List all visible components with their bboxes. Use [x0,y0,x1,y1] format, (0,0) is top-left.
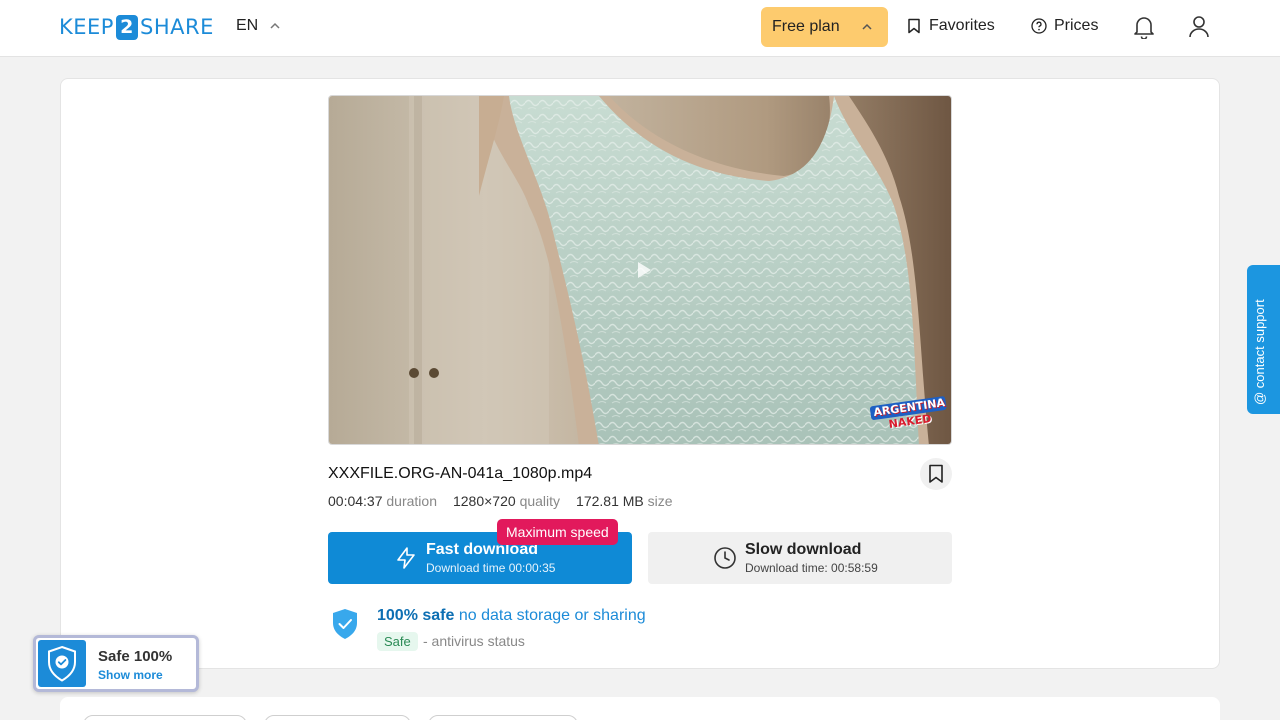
tab-pill[interactable] [264,715,411,720]
safe-status-chip: Safe [377,632,418,651]
widget-title: Safe 100% [98,648,173,665]
bookmark-icon [908,18,920,34]
lightning-icon [397,547,415,569]
favorites-label: Favorites [929,17,995,34]
slow-download-button[interactable]: Slow download Download time: 00:58:59 [648,532,952,584]
file-meta: 00:04:37 duration 1280×720 quality 172.8… [328,493,673,509]
shield-check-icon [48,645,76,682]
meta-size: 172.81 MB size [576,493,673,509]
chevron-up-icon [862,23,872,30]
logo-text-keep: KEEP [59,15,114,39]
bookmark-icon [929,464,943,483]
contact-support-tab[interactable]: @ contact support [1247,265,1280,414]
shield-check-icon [333,609,357,639]
language-selector[interactable]: EN [236,17,282,35]
meta-quality: 1280×720 quality [452,493,561,509]
safe-badge-widget[interactable]: Safe 100% Show more [33,635,199,692]
top-header: KEEP 2 SHARE EN Free plan Favorites Pric… [0,0,1280,57]
widget-shield-panel [38,640,86,687]
tab-pill[interactable] [428,715,578,720]
slow-download-label: Slow download [745,541,862,558]
slow-download-time: Download time: 00:58:59 [745,561,878,575]
add-to-favorites-button[interactable] [920,458,952,490]
free-plan-label: Free plan [772,18,840,35]
tab-pill[interactable] [83,715,247,720]
safety-rest: no data storage or sharing [458,607,646,624]
logo-text-2: 2 [115,14,138,40]
antivirus-status-text: - antivirus status [423,633,525,649]
language-label: EN [236,17,259,34]
video-preview[interactable]: ARGENTINA NAKED [328,95,952,445]
fast-download-time: Download time 00:00:35 [426,561,556,575]
logo-text-share: SHARE [139,15,214,39]
chevron-up-icon [270,22,280,29]
free-plan-button[interactable]: Free plan [761,7,888,47]
logo[interactable]: KEEP 2 SHARE [59,14,214,40]
help-circle-icon [1031,18,1047,34]
maximum-speed-badge: Maximum speed [497,519,618,545]
safety-strong: 100% safe [377,607,455,624]
prices-link[interactable]: Prices [1031,17,1098,35]
meta-duration: 00:04:37 duration [328,493,437,509]
prices-label: Prices [1054,17,1099,34]
next-section [60,697,1220,720]
bell-icon[interactable] [1133,15,1155,39]
favorites-link[interactable]: Favorites [907,17,995,35]
play-icon[interactable] [629,256,657,284]
user-icon[interactable] [1188,15,1210,39]
contact-support-label: @ contact support [1252,299,1267,405]
clock-icon [714,547,736,569]
show-more-link[interactable]: Show more [98,668,163,682]
file-name: XXXFILE.ORG-AN-041a_1080p.mp4 [328,465,593,482]
safety-statement: 100% safe no data storage or sharing [377,607,646,625]
